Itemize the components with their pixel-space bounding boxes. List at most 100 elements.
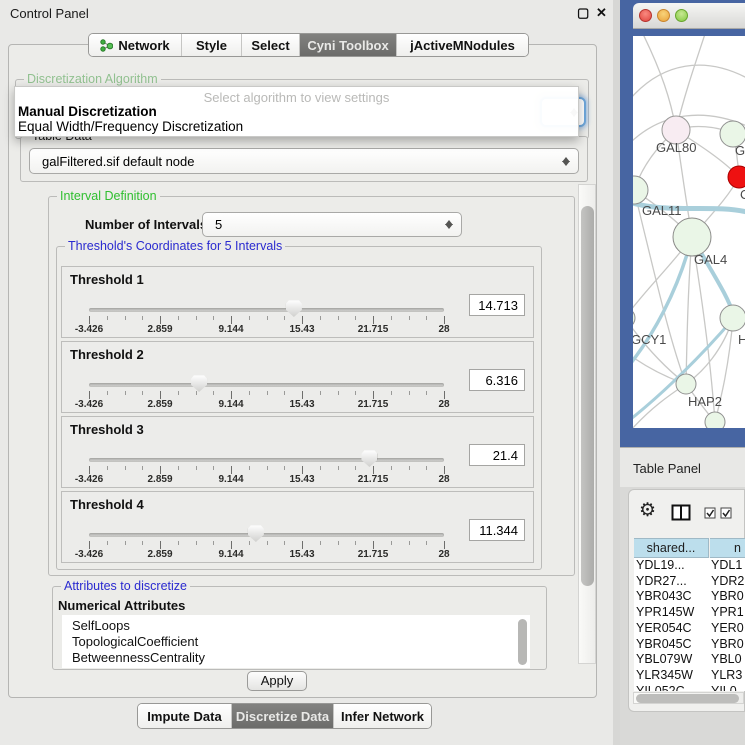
threshold-value-field[interactable]: 6.316: [469, 369, 525, 391]
table-cell-name[interactable]: YER0: [711, 621, 744, 637]
table-cell-shared-name[interactable]: YDR27...: [636, 574, 687, 590]
slider-tick: [231, 466, 232, 474]
slider-tick-label: 21.715: [351, 399, 395, 410]
table-cell-name[interactable]: YBR0: [711, 589, 744, 605]
threshold-slider-track[interactable]: [89, 533, 444, 537]
threshold-slider-handle[interactable]: [361, 450, 377, 467]
close-traffic-light-icon[interactable]: [639, 9, 652, 22]
column-header-shared-name[interactable]: shared...: [634, 538, 709, 558]
tab-discretize-data[interactable]: Discretize Data: [231, 704, 333, 728]
algorithm-placeholder-option[interactable]: Select algorithm to view settings: [15, 90, 578, 105]
threshold-value-field[interactable]: 14.713: [469, 294, 525, 316]
network-canvas[interactable]: GAL80GACGAL11GAL4GCY1HHAP2: [633, 36, 745, 428]
algorithm-group-title: Discretization Algorithm: [24, 72, 161, 86]
table-cell-name[interactable]: YIL0: [711, 684, 737, 691]
table-cell-shared-name[interactable]: YDL19...: [636, 558, 685, 574]
slider-tick-label: -3.426: [67, 324, 111, 335]
slider-tick: [267, 541, 268, 545]
table-hscrollbar[interactable]: [633, 692, 744, 704]
interval-group-title: Interval Definition: [57, 189, 160, 203]
column-layout-icon[interactable]: [671, 504, 691, 521]
algorithm-option-equal-width[interactable]: Equal Width/Frequency Discretization: [18, 119, 243, 134]
tab-network[interactable]: Network: [89, 34, 181, 56]
table-cell-name[interactable]: YLR3: [711, 668, 742, 684]
table-cell-name[interactable]: YDR2: [711, 574, 744, 590]
table-cell-name[interactable]: YBL0: [711, 652, 742, 668]
attributes-list[interactable]: SelfLoopsTopologicalCoefficientBetweenne…: [62, 615, 530, 668]
network-edge[interactable]: [634, 190, 686, 384]
network-window-titlebar[interactable]: [633, 3, 745, 29]
num-intervals-label: Number of Intervals: [85, 217, 207, 232]
node-h[interactable]: [720, 305, 745, 331]
panel-splitter[interactable]: [613, 0, 620, 745]
panel-scrollbar-thumb[interactable]: [581, 206, 594, 586]
threshold-slider-handle[interactable]: [248, 525, 264, 542]
float-window-icon[interactable]: ▢: [577, 5, 589, 21]
select-none-checkbox-icon[interactable]: [720, 507, 733, 519]
node-gcy1[interactable]: [633, 308, 635, 328]
threshold-slider-track[interactable]: [89, 383, 444, 387]
table-cell-name[interactable]: YBR0: [711, 637, 744, 653]
column-header-name[interactable]: n: [710, 538, 745, 558]
table-cell-shared-name[interactable]: YPR145W: [636, 605, 694, 621]
node-gal11[interactable]: [633, 176, 648, 204]
table-cell-name[interactable]: YPR1: [711, 605, 744, 621]
table-cell-shared-name[interactable]: YLR345W: [636, 668, 693, 684]
panel-scrollbar[interactable]: [578, 184, 596, 664]
threshold-slider-handle[interactable]: [191, 375, 207, 392]
table-cell-shared-name[interactable]: YBR043C: [636, 589, 692, 605]
table-data-combobox[interactable]: galFiltered.sif default node: [29, 148, 579, 174]
slider-tick: [231, 541, 232, 549]
slider-tick: [196, 466, 197, 470]
table-cell-shared-name[interactable]: YIL052C: [636, 684, 685, 691]
zoom-traffic-light-icon[interactable]: [675, 9, 688, 22]
tab-cyni-toolbox[interactable]: Cyni Toolbox: [299, 34, 396, 56]
table-cell-shared-name[interactable]: YBR045C: [636, 637, 692, 653]
attribute-item-betweennesscentrality[interactable]: BetweennessCentrality: [72, 650, 205, 665]
slider-tick: [302, 466, 303, 474]
minimize-traffic-light-icon[interactable]: [657, 9, 670, 22]
threshold-value-field[interactable]: 21.4: [469, 444, 525, 466]
algorithm-option-manual[interactable]: Manual Discretization: [18, 104, 157, 119]
slider-tick: [338, 316, 339, 320]
attributes-group-title: Attributes to discretize: [61, 579, 190, 593]
slider-tick: [444, 466, 445, 474]
slider-tick: [160, 466, 161, 474]
tab-select[interactable]: Select: [241, 34, 299, 56]
attribute-item-topologicalcoefficient[interactable]: TopologicalCoefficient: [72, 634, 198, 649]
gear-icon[interactable]: ⚙: [639, 501, 656, 520]
threshold-slider-track[interactable]: [89, 458, 444, 462]
node-label: H: [738, 332, 745, 347]
tab-style[interactable]: Style: [181, 34, 241, 56]
tab-impute-data[interactable]: Impute Data: [138, 704, 231, 728]
tab-jactivemnodules[interactable]: jActiveMNodules: [396, 34, 528, 56]
node-gal4[interactable]: [673, 218, 711, 256]
slider-tick-label: 9.144: [209, 474, 253, 485]
threshold-slider-track[interactable]: [89, 308, 444, 312]
tab-label: jActiveMNodules: [410, 38, 515, 53]
select-all-checkbox-icon[interactable]: [704, 507, 717, 519]
threshold-slider-handle[interactable]: [286, 300, 302, 317]
tab-infer-network[interactable]: Infer Network: [333, 704, 431, 728]
slider-tick: [267, 316, 268, 320]
slider-tick: [196, 391, 197, 395]
node-selected-red[interactable]: [728, 166, 745, 188]
slider-tick: [249, 541, 250, 545]
node-bottom[interactable]: [705, 412, 725, 428]
slider-tick: [391, 316, 392, 320]
table-cell-shared-name[interactable]: YBL079W: [636, 652, 692, 668]
slider-tick: [426, 466, 427, 470]
network-edge-highlighted[interactable]: [633, 237, 692, 368]
slider-tick-label: -3.426: [67, 549, 111, 560]
attribute-item-selfloops[interactable]: SelfLoops: [72, 618, 130, 633]
close-window-icon[interactable]: ✕: [596, 5, 607, 21]
apply-button[interactable]: Apply: [247, 671, 307, 691]
node-hap2[interactable]: [676, 374, 696, 394]
threshold-value-field[interactable]: 11.344: [469, 519, 525, 541]
slider-tick: [125, 541, 126, 545]
attributes-scrollbar-thumb[interactable]: [518, 619, 527, 665]
num-intervals-combobox[interactable]: 5: [202, 212, 462, 237]
table-cell-name[interactable]: YDL1: [711, 558, 742, 574]
table-cell-shared-name[interactable]: YER054C: [636, 621, 692, 637]
table-hscrollbar-thumb[interactable]: [636, 694, 739, 703]
